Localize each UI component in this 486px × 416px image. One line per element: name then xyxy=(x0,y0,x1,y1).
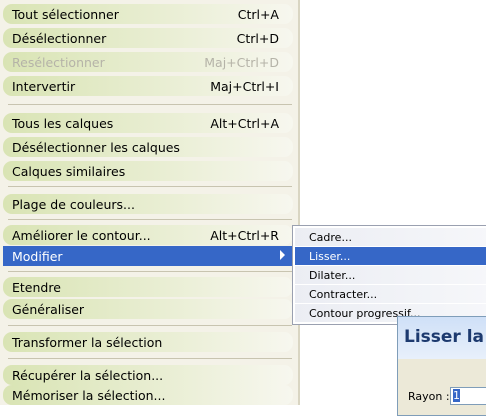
menu-item-save-selection[interactable]: Mémoriser la sélection... xyxy=(3,385,293,405)
submenu-arrow-icon xyxy=(280,250,285,260)
menu-item-grow[interactable]: Etendre xyxy=(3,277,293,297)
menu-item-deselect[interactable]: Désélectionner Ctrl+D xyxy=(3,28,293,48)
dialog-title: Lisser la xyxy=(404,327,485,347)
smooth-dialog: Lisser la Rayon : 1 xyxy=(397,316,486,416)
selection-menu: Tout sélectionner Ctrl+A Désélectionner … xyxy=(0,0,300,405)
menu-separator xyxy=(8,325,292,326)
radius-input[interactable]: 1 xyxy=(450,387,486,405)
menu-item-label: Généraliser xyxy=(12,302,85,317)
menu-item-label: Etendre xyxy=(12,280,61,295)
menu-separator xyxy=(8,186,292,187)
menu-item-similar-layers[interactable]: Calques similaires xyxy=(3,161,293,181)
menu-item-label: Resélectionner xyxy=(12,55,105,70)
menu-item-load-selection[interactable]: Récupérer la sélection... xyxy=(3,365,293,385)
submenu-item-contract[interactable]: Contracter... xyxy=(295,285,486,303)
menu-item-shortcut: Alt+Ctrl+R xyxy=(210,228,279,243)
menu-item-deselect-layers[interactable]: Désélectionner les calques xyxy=(3,137,293,157)
dialog-title-bar[interactable]: Lisser la xyxy=(398,317,486,359)
menu-item-reselect: Resélectionner Maj+Ctrl+D xyxy=(3,52,293,72)
menu-item-label: Mémoriser la sélection... xyxy=(12,388,166,403)
submenu-item-label: Cadre... xyxy=(309,231,352,244)
menu-item-refine-edge[interactable]: Améliorer le contour... Alt+Ctrl+R xyxy=(3,225,293,245)
submenu-item-border[interactable]: Cadre... xyxy=(295,228,486,246)
menu-item-label: Désélectionner les calques xyxy=(12,140,180,155)
menu-item-modify[interactable]: Modifier xyxy=(3,246,293,266)
menu-separator xyxy=(8,219,292,220)
menu-item-label: Améliorer le contour... xyxy=(12,228,151,243)
menu-separator xyxy=(8,358,292,359)
menu-separator xyxy=(8,271,292,272)
menu-item-label: Tous les calques xyxy=(12,116,114,131)
radius-label: Rayon : xyxy=(408,390,450,403)
submenu-item-label: Lisser... xyxy=(309,250,351,263)
menu-item-label: Désélectionner xyxy=(12,31,107,46)
menu-item-label: Calques similaires xyxy=(12,164,126,179)
submenu-item-label: Dilater... xyxy=(309,269,356,282)
menu-item-shortcut: Maj+Ctrl+D xyxy=(204,55,279,70)
menu-item-label: Intervertir xyxy=(12,79,76,94)
menu-item-label: Récupérer la sélection... xyxy=(12,368,164,383)
submenu-item-smooth[interactable]: Lisser... xyxy=(295,247,486,265)
modify-submenu: Cadre... Lisser... Dilater... Contracter… xyxy=(292,225,486,325)
menu-item-label: Modifier xyxy=(12,249,63,264)
menu-item-inverse[interactable]: Intervertir Maj+Ctrl+I xyxy=(3,76,293,96)
submenu-item-label: Contracter... xyxy=(309,288,378,301)
menu-item-color-range[interactable]: Plage de couleurs... xyxy=(3,194,293,214)
menu-item-all-layers[interactable]: Tous les calques Alt+Ctrl+A xyxy=(3,113,293,133)
submenu-item-expand[interactable]: Dilater... xyxy=(295,266,486,284)
menu-item-label: Transformer la sélection xyxy=(12,335,163,350)
menu-item-shortcut: Maj+Ctrl+I xyxy=(210,79,279,94)
menu-item-similar[interactable]: Généraliser xyxy=(3,299,293,319)
radius-value: 1 xyxy=(453,389,460,402)
menu-item-shortcut: Ctrl+A xyxy=(237,7,279,22)
menu-item-shortcut: Ctrl+D xyxy=(236,31,279,46)
menu-item-shortcut: Alt+Ctrl+A xyxy=(210,116,279,131)
menu-item-transform-selection[interactable]: Transformer la sélection xyxy=(3,332,293,352)
menu-item-label: Tout sélectionner xyxy=(12,7,119,22)
menu-item-label: Plage de couleurs... xyxy=(12,197,135,212)
menu-item-select-all[interactable]: Tout sélectionner Ctrl+A xyxy=(3,4,293,24)
menu-separator xyxy=(8,104,292,105)
